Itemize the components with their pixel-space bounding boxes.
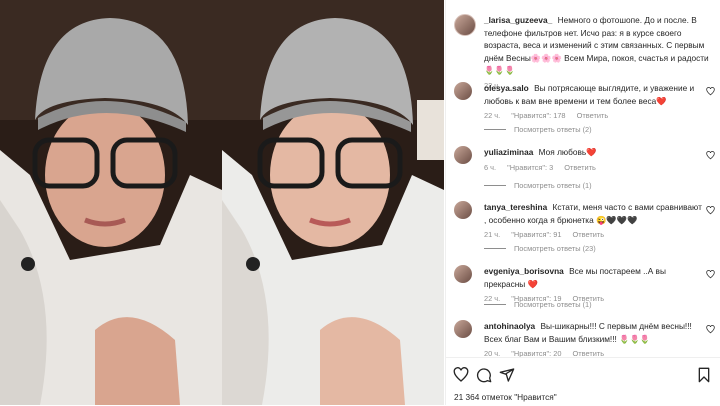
view-replies[interactable]: Посмотреть ответы (2) [484, 125, 592, 134]
comment-username[interactable]: yuliaziminaa [484, 147, 533, 157]
comment-username[interactable]: antohinaolya [484, 321, 535, 331]
share-icon[interactable] [499, 367, 515, 383]
view-replies[interactable]: Посмотреть ответы (23) [484, 244, 596, 253]
comment-username[interactable]: tanya_tereshina [484, 202, 547, 212]
comment-likes[interactable]: "Нравится": 3 [507, 163, 553, 172]
heart-icon[interactable] [706, 270, 715, 279]
commenter-avatar[interactable] [454, 146, 472, 164]
comment-likes[interactable]: "Нравится": 178 [511, 111, 565, 120]
comment-likes[interactable]: "Нравится": 91 [511, 230, 561, 239]
photo-after [222, 0, 444, 405]
comment-time[interactable]: 6 ч. [484, 163, 496, 172]
commenter-avatar[interactable] [454, 82, 472, 100]
comment-time[interactable]: 22 ч. [484, 111, 500, 120]
heart-icon[interactable] [706, 87, 715, 96]
heart-icon[interactable] [706, 151, 715, 160]
heart-icon[interactable] [706, 206, 715, 215]
view-replies[interactable]: Посмотреть ответы (1) [484, 181, 592, 190]
commenter-avatar[interactable] [454, 201, 472, 219]
heart-icon[interactable] [453, 367, 469, 383]
comment-username[interactable]: olesya.salo [484, 83, 529, 93]
comments-panel: _larisa_guzeeva_ Немного о фотошопе. До … [445, 0, 720, 405]
author-username[interactable]: _larisa_guzeeva_ [484, 15, 552, 25]
likes-count[interactable]: 21 364 отметок "Нравится" [454, 392, 557, 402]
comment-icon[interactable] [476, 367, 492, 383]
action-bar: 21 364 отметок "Нравится" [445, 357, 720, 406]
heart-icon[interactable] [706, 325, 715, 334]
commenter-avatar[interactable] [454, 320, 472, 338]
commenter-avatar[interactable] [454, 265, 472, 283]
reply-button[interactable]: Ответить [577, 111, 609, 120]
comment-text: Моя любовь❤️ [538, 147, 597, 157]
post-media[interactable] [0, 0, 444, 405]
view-replies[interactable]: Посмотреть ответы (1) [484, 300, 592, 309]
comment-username[interactable]: evgeniya_borisovna [484, 266, 564, 276]
bookmark-icon[interactable] [696, 367, 712, 383]
photo-before [0, 0, 222, 405]
comment-time[interactable]: 21 ч. [484, 230, 500, 239]
reply-button[interactable]: Ответить [573, 230, 605, 239]
author-avatar[interactable] [454, 14, 476, 36]
reply-button[interactable]: Ответить [564, 163, 596, 172]
